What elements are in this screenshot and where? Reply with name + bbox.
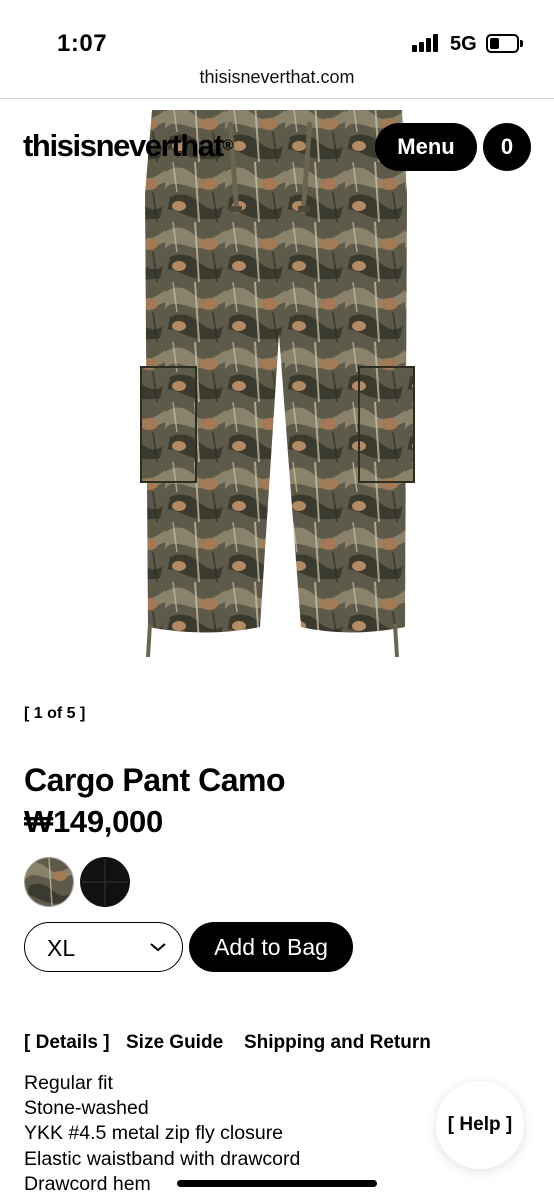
home-indicator[interactable] [177,1180,377,1187]
address-bar[interactable]: thisisneverthat.com [0,64,554,99]
list-item: Stone-washed [24,1097,149,1120]
size-select[interactable]: XL [24,922,183,972]
status-time: 1:07 [57,30,108,57]
cart-button[interactable]: 0 [483,123,531,171]
image-counter: [ 1 of 5 ] [24,705,86,722]
product-price: ₩149,000 [24,804,163,839]
size-select-value: XL [47,935,76,961]
product-image[interactable] [105,102,445,662]
product-title: Cargo Pant Camo [24,762,285,798]
cellular-signal-icon [412,34,442,52]
list-item: Regular fit [24,1072,113,1094]
help-button[interactable]: [ Help ] [436,1081,524,1169]
tab-shipping-return[interactable]: Shipping and Return [244,1032,431,1054]
color-swatch-camo[interactable] [24,857,74,907]
color-swatch-black[interactable] [80,857,130,907]
details-list: Regular fit Stone-washed YKK #4.5 metal … [24,1071,300,1197]
battery-icon [486,34,523,53]
menu-button[interactable]: Menu [375,123,477,171]
add-to-bag-button[interactable]: Add to Bag [189,922,353,972]
brand-logo[interactable]: thisisneverthat® [23,128,234,164]
status-bar: 1:07 5G [0,0,554,64]
tab-details[interactable]: [ Details ] [24,1032,110,1054]
tab-size-guide[interactable]: Size Guide [126,1032,223,1054]
chevron-down-icon [150,943,166,952]
list-item: YKK #4.5 metal zip fly closure [24,1122,284,1145]
network-type: 5G [450,33,477,55]
list-item: Elastic waistband with drawcord [24,1147,301,1170]
